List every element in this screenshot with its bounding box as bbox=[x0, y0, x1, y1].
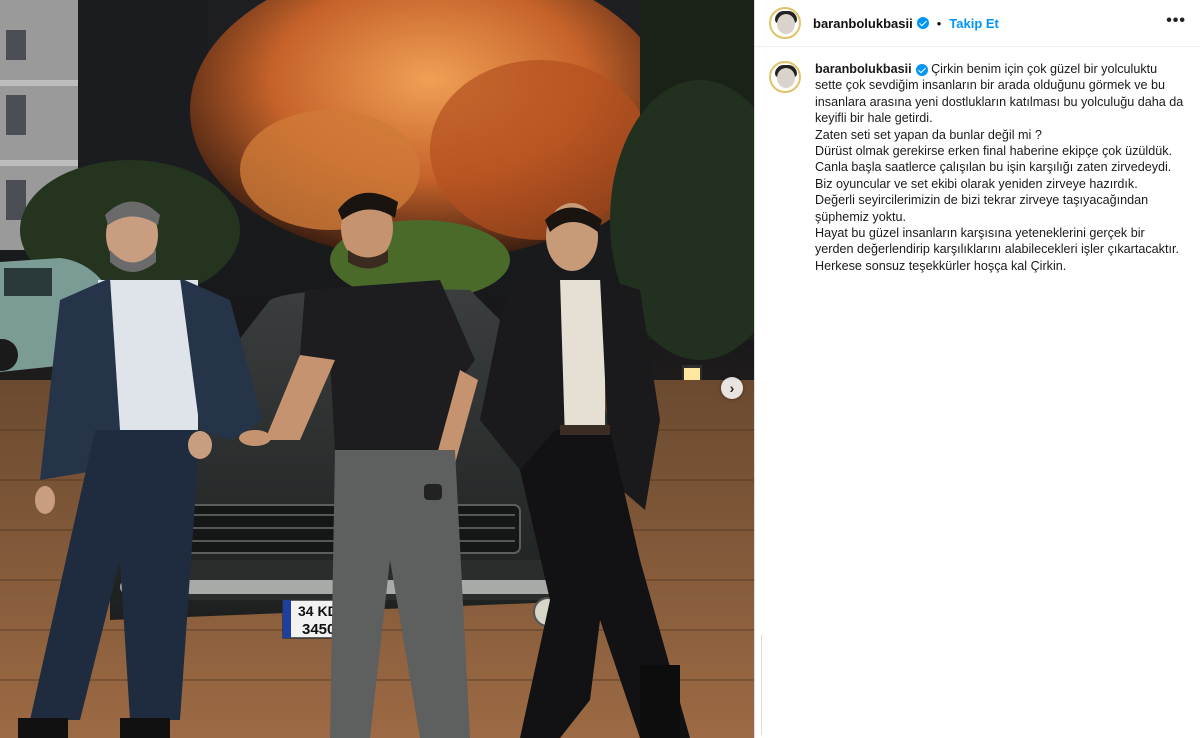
caption-line-3: keyifli bir hale getirdi. bbox=[815, 111, 933, 126]
post-photo[interactable]: 34 KDF 34501 › bbox=[0, 0, 754, 738]
caption-line-6: Canla başla saatlerce çalışılan bu işin … bbox=[815, 160, 1172, 175]
chevron-right-icon: › bbox=[729, 380, 735, 396]
caption-line-5: Dürüst olmak gerekirse erken final haber… bbox=[815, 144, 1173, 159]
instagram-post: 34 KDF 34501 › baranbolukbasii • Takip E… bbox=[0, 0, 1200, 738]
post-header: baranbolukbasii • Takip Et ••• bbox=[755, 0, 1200, 47]
caption-username[interactable]: baranbolukbasii bbox=[815, 62, 912, 76]
avatar[interactable] bbox=[769, 7, 801, 39]
caption-line-0: baranbolukbasii Çirkin benim için çok gü… bbox=[815, 62, 1158, 76]
caption-line-7: Biz oyuncular ve set ekibi olarak yenide… bbox=[815, 176, 1138, 191]
caption-line-1: sette çok sevdiğim insanların bir arada … bbox=[815, 78, 1166, 93]
photo-scene: 34 KDF 34501 bbox=[0, 0, 754, 738]
verified-badge-icon bbox=[915, 63, 928, 76]
verified-badge-icon bbox=[916, 17, 929, 29]
follow-button[interactable]: Takip Et bbox=[949, 16, 999, 31]
divider bbox=[761, 635, 762, 735]
caption-line-8: Değerli seyircilerimizin de bizi tekrar … bbox=[815, 193, 1149, 208]
caption-text: baranbolukbasii Çirkin benim için çok gü… bbox=[815, 61, 1186, 274]
post-side-panel: baranbolukbasii • Takip Et ••• baranbolu… bbox=[754, 0, 1200, 738]
header-username[interactable]: baranbolukbasii bbox=[813, 16, 913, 31]
caption-line-10: Hayat bu güzel insanların karşısına yete… bbox=[815, 226, 1145, 241]
caption-line-4: Zaten seti set yapan da bunlar değil mi … bbox=[815, 127, 1042, 142]
caption-line-12: Herkese sonsuz teşekkürler hoşça kal Çir… bbox=[815, 258, 1067, 273]
caption-row: baranbolukbasii Çirkin benim için çok gü… bbox=[755, 47, 1200, 274]
caption-avatar[interactable] bbox=[769, 61, 801, 93]
caption-line-11: yerden değerlendirip karşılıklarını alab… bbox=[815, 242, 1179, 257]
caption-line-2: insanlara arasına yeni dostlukların katı… bbox=[815, 94, 1184, 109]
caption-line-9: şüphemiz yoktu. bbox=[815, 209, 906, 224]
next-photo-button[interactable]: › bbox=[721, 377, 743, 399]
header-separator: • bbox=[936, 15, 942, 31]
more-options-icon[interactable]: ••• bbox=[1166, 12, 1186, 30]
